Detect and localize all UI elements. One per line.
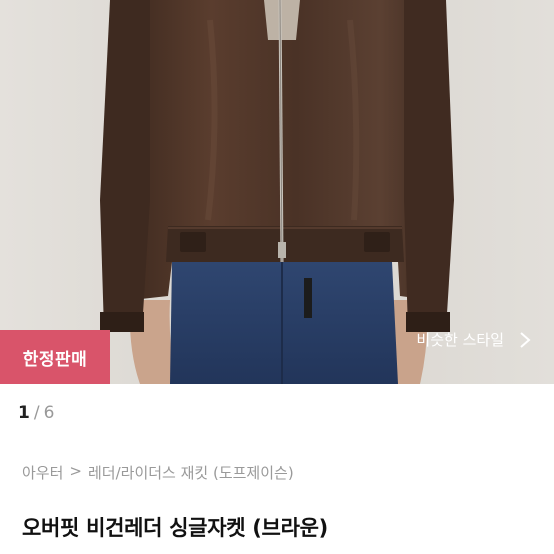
image-pager: 1/6 [18, 403, 54, 423]
pager-separator: / [33, 403, 40, 423]
limited-sale-badge: 한정판매 [0, 330, 110, 384]
jacket-photo-icon [0, 0, 554, 384]
product-title: 오버핏 비건레더 싱글자켓 (브라운) [22, 516, 328, 540]
product-image[interactable]: 한정판매 비슷한 스타일 [0, 0, 554, 384]
pager-current: 1 [18, 403, 30, 423]
breadcrumb-separator: > [69, 462, 82, 480]
chevron-right-icon [518, 330, 532, 350]
similar-style-label: 비슷한 스타일 [416, 331, 504, 349]
pager-total: 6 [43, 403, 55, 423]
breadcrumb: 아우터 > 레더/라이더스 재킷 (도프제이슨) [22, 462, 294, 483]
breadcrumb-subcategory[interactable]: 레더/라이더스 재킷 (도프제이슨) [88, 462, 294, 483]
breadcrumb-category[interactable]: 아우터 [22, 462, 63, 483]
similar-style-button[interactable]: 비슷한 스타일 [416, 329, 532, 350]
